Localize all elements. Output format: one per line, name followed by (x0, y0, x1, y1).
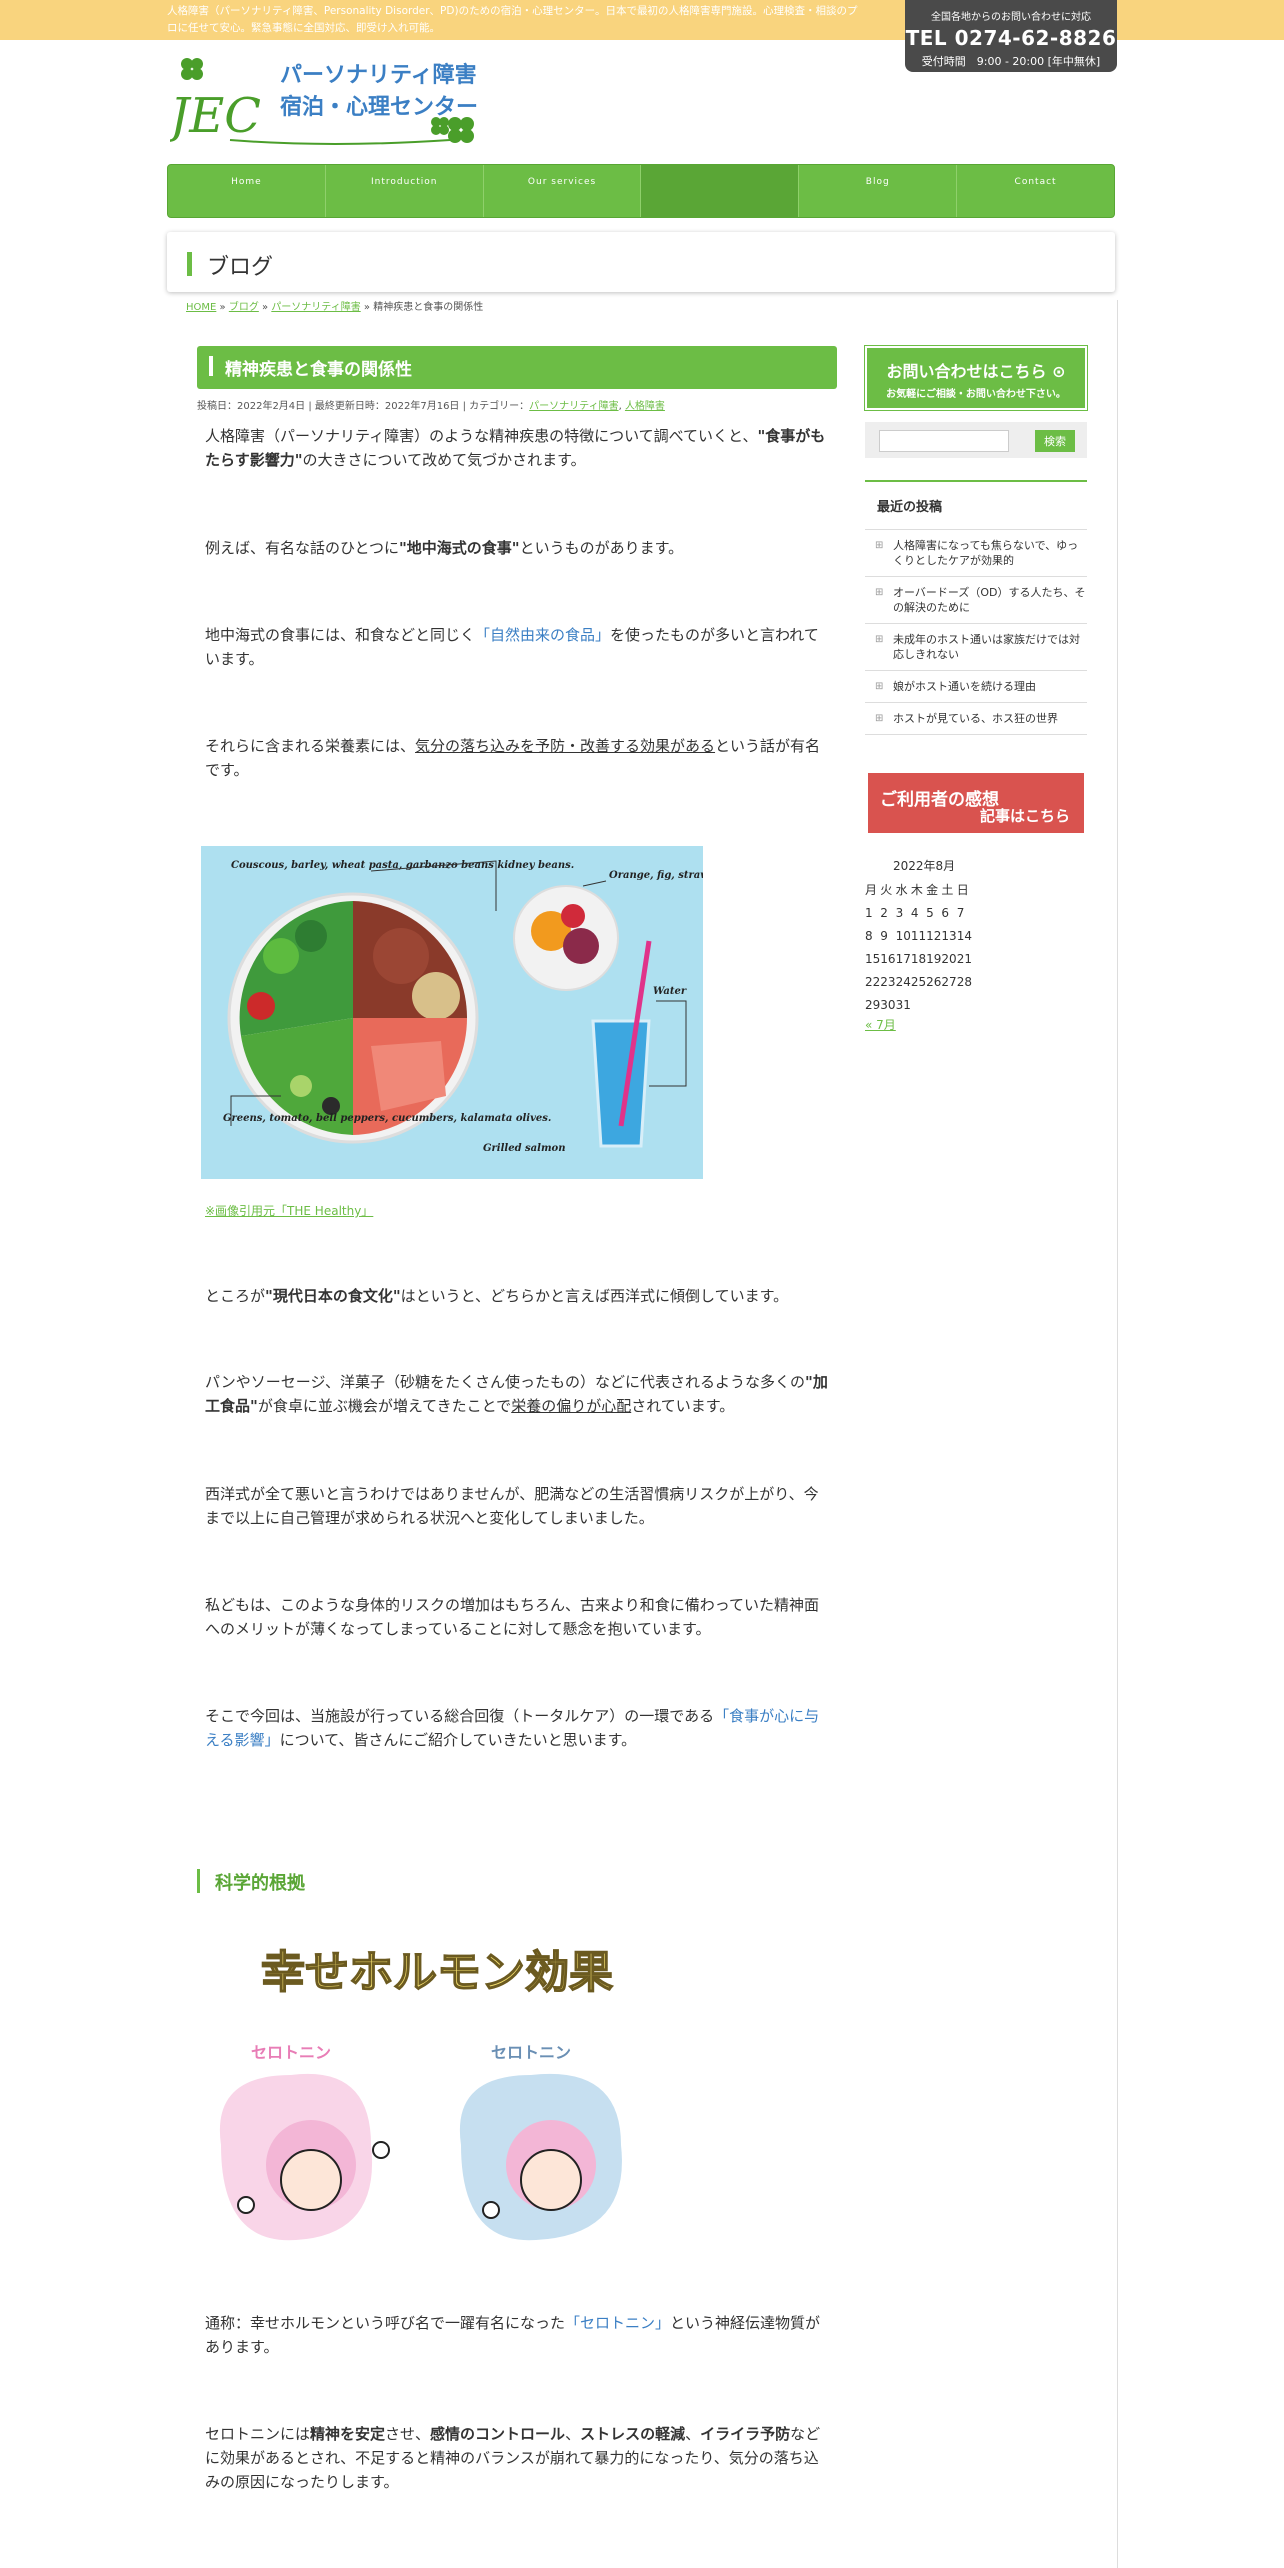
paragraph-11: セロトニンには精神を安定させ、感情のコントロール、ストレスの軽減、イライラ予防な… (205, 2425, 821, 2491)
article: 精神疾患と食事の関係性 投稿日：2022年2月4日 | 最終更新日時：2022年… (197, 346, 837, 412)
svg-text:Water: Water (653, 986, 687, 997)
svg-text:幸せホルモン効果: 幸せホルモン効果 (261, 1947, 613, 1998)
contact-banner[interactable]: お問い合わせはこちら ⊙ お気軽にご相談・お問い合わせ下さい。 (864, 345, 1088, 411)
breadcrumb-home[interactable]: HOME (186, 302, 216, 313)
nav-services[interactable]: 支援サービス Our services (484, 165, 736, 530)
global-nav: ホーム Home 施設の紹介 Introduction 支援サービス Our serv… (167, 164, 1115, 530)
svg-text:JEC: JEC (170, 88, 261, 144)
paragraph-7: 西洋式が全て悪いと言うわけではありませんが、肥満などの生活習慣病リスクが上がり、… (205, 1485, 819, 1527)
recent-post-link[interactable]: 娘がホスト通いを続ける理由 (865, 671, 1087, 703)
paragraph-5: ところが"現代日本の食文化"はというと、どちらかと言えば西洋式に傾倒しています。 (205, 1287, 789, 1305)
paragraph-8: 私どもは、このような身体的リスクの増加はもちろん、古来より和食に備わっていた精神… (205, 1596, 819, 1638)
recent-post-link[interactable]: オーバードーズ（OD）する人たち、その解決のために (865, 577, 1087, 624)
recent-posts-heading: 最近の投稿 (865, 482, 1087, 530)
phone-lead: 全国各地からのお問い合わせに対応 (931, 12, 1091, 23)
nav-home[interactable]: ホーム Home (168, 165, 710, 530)
image-credit-link[interactable]: ※画像引用元「THE Healthy」 (205, 1202, 373, 1219)
phone-number[interactable]: TEL 0274-62-8826 (905, 26, 1117, 50)
paragraph-10: 通称：幸せホルモンという呼び名で一躍有名になった「セロトニン」という神経伝達物質… (205, 2314, 821, 2356)
arrow-circle-icon: ⊙ (1052, 362, 1066, 381)
search-form: 検索 (865, 422, 1087, 458)
testimonials-banner[interactable]: ご利用者の感想 記事はこちら (868, 773, 1084, 833)
recent-post-link[interactable]: 人格障害になっても焦らないで、ゆっくりとしたケアが効果的 (865, 530, 1087, 577)
recent-post-link[interactable]: 未成年のホスト通いは家族だけでは対応しきれない (865, 624, 1087, 671)
svg-text:Grilled salmon: Grilled salmon (483, 1143, 565, 1154)
nav-contact[interactable]: お問い合わせ Contact (634, 165, 1114, 530)
sidebar: お問い合わせはこちら ⊙ お気軽にご相談・お問い合わせ下さい。 検索 最近の投稿… (864, 345, 1088, 1033)
serotonin-image: 幸せホルモン効果 セロトニン セロトニン (201, 1935, 691, 2263)
site-logo[interactable]: JEC パーソナリティ障害 宿泊・心理センター (170, 52, 480, 152)
serotonin-illustration: 幸せホルモン効果 セロトニン セロトニン (219, 1946, 622, 2241)
calendar-prev-month-link[interactable]: « 7月 (865, 1018, 896, 1032)
paragraph-4: それらに含まれる栄養素には、気分の落ち込みを予防・改善する効果があるという話が有… (205, 737, 821, 779)
section-heading-science: 科学的根拠 (197, 1869, 305, 1895)
calendar-widget: 2022年8月 月火水木金土日 1234567 8 9 10 11 12 13 14 15 1… (865, 857, 1087, 1033)
page-title-box: ブログ (167, 232, 1115, 292)
logo-text: パーソナリティ障害 宿泊・心理センター (280, 63, 479, 120)
svg-text:Orange, fig, strawberries.: Orange, fig, strawberries. (609, 870, 703, 881)
calendar-table: 月火水木金土日 1234567 8 9 10 11 12 13 14 15 16 17 18 19 2… (865, 883, 972, 1012)
mediterranean-diet-image: Couscous, barley, wheat pasta, garbanzo … (201, 846, 752, 1179)
nav-blog[interactable]: ブログ Blog (660, 165, 958, 530)
recent-posts: 最近の投稿 人格障害になっても焦らないで、ゆっくりとしたケアが効果的 オーバード… (865, 480, 1087, 735)
svg-text:セロトニン: セロトニン (491, 2043, 571, 2062)
paragraph-9: そこで今回は、当施設が行っている総合回復（トータルケア）の一環である「食事が心に… (205, 1707, 820, 1749)
calendar-caption: 2022年8月 (893, 859, 956, 873)
nav-introduction[interactable]: 施設の紹介 Introduction (326, 165, 728, 530)
nav-pd-hiroba[interactable]: パーソナリティ障害ひろば (589, 165, 800, 529)
paragraph-2: 例えば、有名な話のひとつに"地中海式の食事"というものがあります。 (205, 539, 684, 557)
breadcrumb-category[interactable]: パーソナリティ障害 (271, 302, 360, 313)
paragraph-6: パンやソーセージ、洋菓子（砂糖をたくさん使ったもの）などに代表されるような多くの… (205, 1373, 828, 1415)
recent-post-link[interactable]: ホストが見ている、ホス狂の世界 (865, 703, 1087, 735)
layout-divider (1117, 300, 1118, 2568)
paragraph-1: 人格障害（パーソナリティ障害）のような精神疾患の特徴について調べていくと、"食事… (205, 427, 826, 469)
page-title: ブログ (207, 255, 274, 280)
breadcrumb-blog[interactable]: ブログ (229, 302, 259, 313)
title-accent (187, 252, 192, 276)
post-meta: 投稿日：2022年2月4日 | 最終更新日時：2022年7月16日 | カテゴリ… (197, 401, 665, 412)
svg-text:Couscous, barley, wheat pasta,: Couscous, barley, wheat pasta, garbanzo … (231, 860, 574, 871)
paragraph-3: 地中海式の食事には、和食などと同じく「自然由来の食品」を使ったものが多いと言われ… (205, 626, 819, 668)
svg-text:セロトニン: セロトニン (251, 2043, 331, 2062)
phone-contact-box[interactable]: 全国各地からのお問い合わせに対応 TEL 0274-62-8826 受付時間 9… (905, 0, 1117, 72)
category-link-jinkaku[interactable]: 人格障害 (625, 401, 665, 412)
search-input[interactable] (879, 430, 1009, 452)
breadcrumb: HOME » ブログ » パーソナリティ障害 » 精神疾患と食事の関係性 (186, 302, 484, 313)
search-button[interactable]: 検索 (1035, 430, 1075, 452)
breadcrumb-current: 精神疾患と食事の関係性 (373, 302, 484, 313)
category-link-pd[interactable]: パーソナリティ障害 (529, 401, 618, 412)
business-hours: 受付時間 9:00 - 20:00 [年中無休] (921, 55, 1101, 68)
svg-text:Greens, tomato, bell peppers,: Greens, tomato, bell peppers, cucumbers,… (223, 1113, 551, 1124)
site-description: 人格障害（パーソナリティ障害、Personality Disorder、PD)の… (167, 5, 858, 34)
food-plate-illustration: Couscous, barley, wheat pasta, garbanzo … (201, 846, 752, 1179)
post-title: 精神疾患と食事の関係性 (197, 346, 837, 389)
